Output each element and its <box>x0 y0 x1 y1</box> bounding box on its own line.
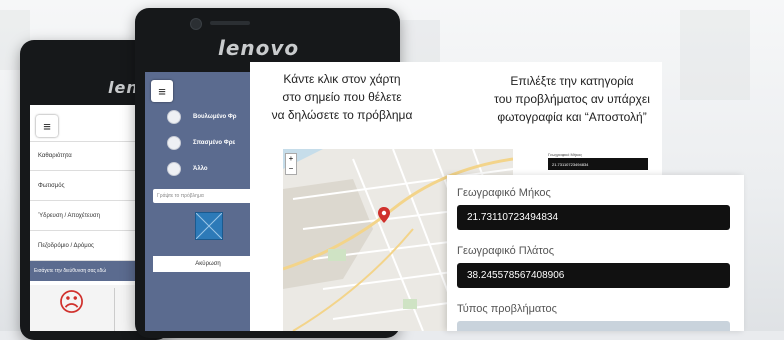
category-instructions: Επιλέξτε την κατηγορία του προβλήματος α… <box>487 72 657 126</box>
instruction-line: να δηλώσετε το πρόβλημα <box>271 108 413 122</box>
option-label: Άλλο <box>193 166 208 172</box>
radio-button[interactable] <box>167 110 181 124</box>
background-building <box>680 10 750 100</box>
instruction-line: Επιλέξτε την κατηγορία <box>510 74 634 88</box>
option-label: Βουλωμένο Φρ <box>193 114 237 120</box>
menu-icon[interactable]: ≡ <box>36 115 58 137</box>
instruction-line: Κάντε κλικ στον χάρτη <box>283 72 401 86</box>
longitude-field[interactable]: 21.73110723494834 <box>457 205 730 230</box>
photo-placeholder-icon <box>195 212 223 240</box>
longitude-label: Γεωγραφικό Μήκος <box>457 187 551 199</box>
cancel-button[interactable]: Ακύρωση <box>153 256 263 272</box>
camera-icon <box>190 18 202 30</box>
instruction-line: στο σημείο που θέλετε <box>282 90 402 104</box>
mini-longitude-label: Γεωγραφικό Μήκος <box>548 152 583 157</box>
map-instructions: Κάντε κλικ στον χάρτη στο σημείο που θέλ… <box>262 70 422 124</box>
mini-longitude-value: 21.73110723494834 <box>548 158 648 170</box>
latitude-label: Γεωγραφικό Πλάτος <box>457 245 555 257</box>
instruction-line: φωτογραφία και “Αποστολή” <box>497 110 647 124</box>
radio-button[interactable] <box>167 136 181 150</box>
menu-icon[interactable]: ≡ <box>151 80 173 102</box>
phone-right-brand: lenovo <box>218 36 300 60</box>
problem-type-label: Τύπος προβλήματος <box>457 303 557 315</box>
instruction-line: του προβλήματος αν υπάρχει <box>494 92 650 106</box>
map-zoom-control[interactable]: + − <box>285 153 297 175</box>
photo-icon[interactable] <box>195 212 223 240</box>
sad-face-icon[interactable]: ☹ <box>58 289 85 315</box>
option-label: Σπασμένο Φρε <box>193 140 236 146</box>
problem-type-select[interactable] <box>457 321 730 331</box>
latitude-field[interactable]: 38.245578567408906 <box>457 263 730 288</box>
speaker-grille <box>210 21 250 25</box>
zoom-in-button[interactable]: + <box>286 154 296 164</box>
zoom-out-button[interactable]: − <box>286 164 296 174</box>
coordinates-form: Γεωγραφικό Μήκος 21.73110723494834 Γεωγρ… <box>447 175 744 331</box>
description-input[interactable]: Γράψτε το πρόβλημα <box>153 189 263 203</box>
map-marker-icon <box>378 207 390 223</box>
radio-button[interactable] <box>167 162 181 176</box>
